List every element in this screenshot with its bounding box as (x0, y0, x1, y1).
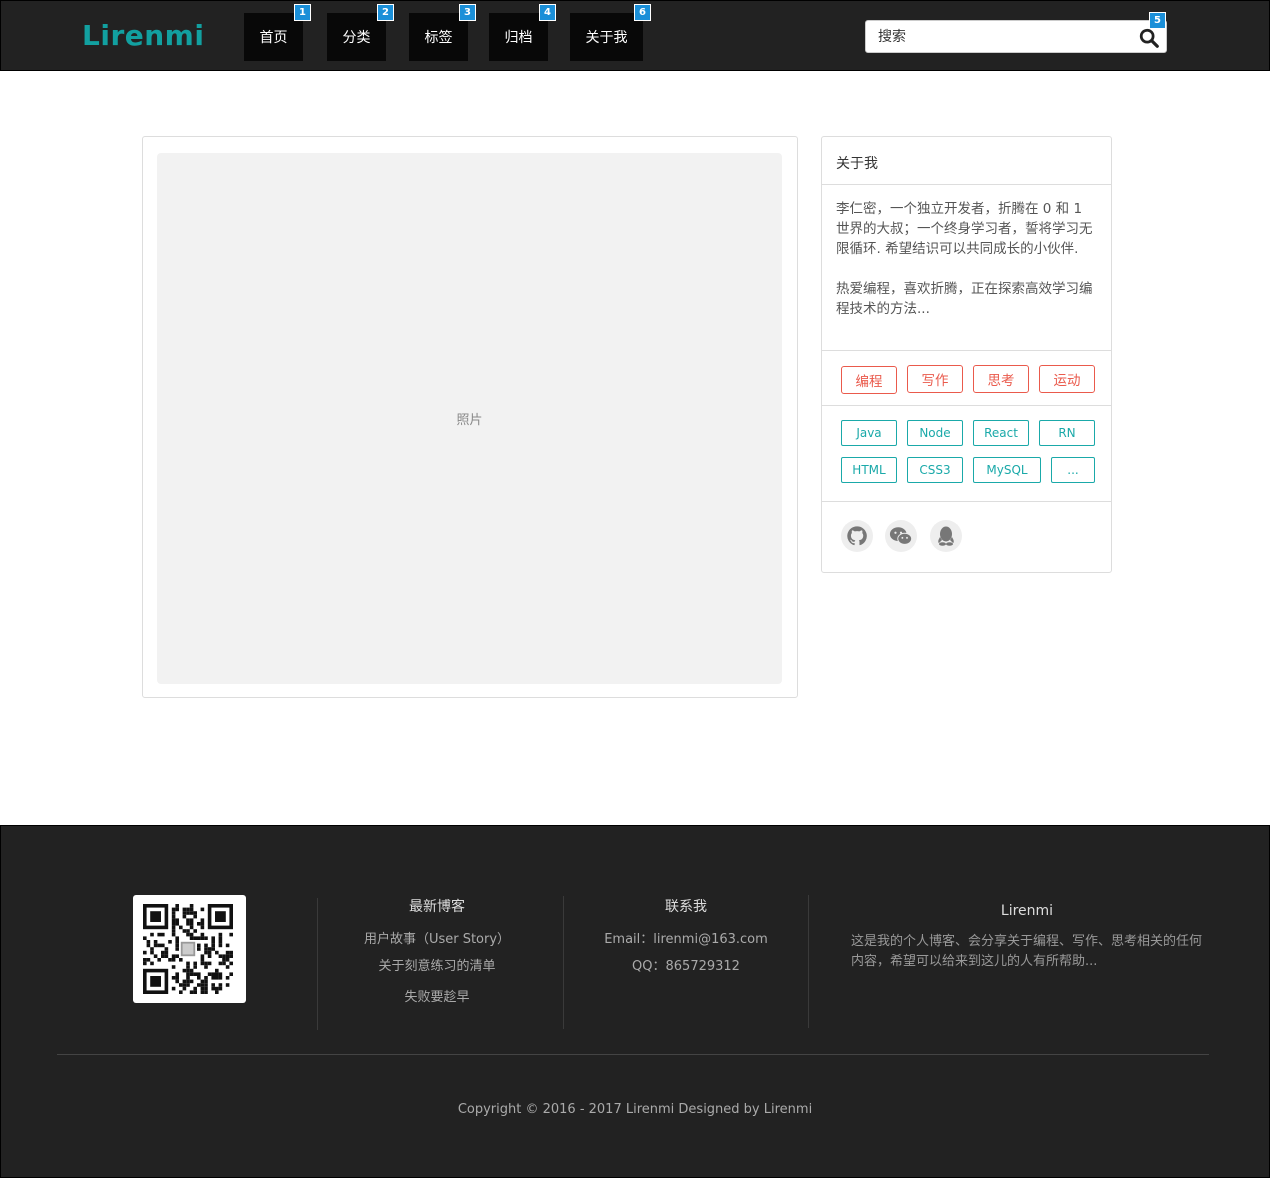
photo-placeholder: 照片 (157, 153, 782, 684)
search-box (865, 20, 1167, 53)
divider (822, 350, 1111, 351)
contact-qq: QQ：865729312 (632, 959, 740, 974)
interest-tag[interactable]: 写作 (907, 365, 963, 393)
about-me-title: 关于我 (822, 137, 1111, 185)
footer: 最新博客 用户故事（User Story） 关于刻意练习的清单 失败要趁早 联系… (0, 825, 1270, 1178)
nav-about[interactable]: 关于我 (570, 13, 643, 61)
about-me-paragraph-2: 热爱编程，喜欢折腾，正在探索高效学习编程技术的方法... (836, 281, 1093, 317)
wechat-icon[interactable] (885, 520, 917, 552)
about-me-paragraph-1: 李仁密，一个独立开发者，折腾在 0 和 1 世界的大叔；一个终身学习者，誓将学习… (836, 201, 1093, 257)
skill-tag[interactable]: RN (1039, 420, 1095, 446)
nav-badge-4: 4 (539, 4, 556, 21)
search-input[interactable] (878, 27, 1128, 47)
skill-tag[interactable]: MySQL (973, 457, 1041, 483)
copyright: Copyright © 2016 - 2017 Lirenmi Designed… (457, 1102, 813, 1117)
contact-title: 联系我 (665, 899, 707, 915)
nav-badge-6: 6 (634, 4, 651, 21)
about-me-description: 李仁密，一个独立开发者，折腾在 0 和 1 世界的大叔；一个终身学习者，誓将学习… (836, 199, 1098, 319)
github-icon[interactable] (841, 520, 873, 552)
footer-brand-title: Lirenmi (1000, 903, 1054, 919)
nav-about-label: 关于我 (585, 30, 628, 46)
footer-brand-description: 这是我的个人博客、会分享关于编程、写作、思考相关的任何内容，希望可以给来到这儿的… (851, 934, 1203, 969)
site-logo[interactable]: Lirenmi (82, 19, 204, 52)
latest-blogs-title: 最新博客 (409, 899, 465, 915)
search-badge-5: 5 (1149, 12, 1166, 29)
footer-divider (317, 898, 318, 1030)
search-icon[interactable] (1138, 27, 1160, 49)
nav-badge-1: 1 (294, 4, 311, 21)
latest-blog-link[interactable]: 关于刻意练习的清单 (337, 955, 537, 974)
nav-archive-label: 归档 (504, 30, 533, 46)
divider (822, 405, 1111, 406)
nav-badge-2: 2 (377, 4, 394, 21)
skill-tag[interactable]: Java (841, 420, 897, 446)
skill-tag[interactable]: React (973, 420, 1029, 446)
footer-separator (57, 1054, 1209, 1055)
skill-tag[interactable]: CSS3 (907, 457, 963, 483)
latest-blog-link[interactable]: 失败要趁早 (337, 986, 537, 1005)
divider (822, 501, 1111, 502)
footer-divider (808, 895, 809, 1028)
interest-tag[interactable]: 思考 (973, 365, 1029, 393)
skill-tag[interactable]: HTML (841, 457, 897, 483)
photo-card: 照片 (142, 136, 798, 698)
nav-home-label: 首页 (259, 30, 288, 46)
top-navbar: Lirenmi 首页 1 分类 2 标签 3 归档 4 关于我 6 5 (0, 0, 1270, 71)
contact-email: Email：lirenmi@163.com (604, 932, 768, 947)
footer-divider (563, 896, 564, 1029)
interest-tag[interactable]: 编程 (841, 366, 897, 394)
qq-icon[interactable] (930, 520, 962, 552)
photo-label: 照片 (456, 413, 483, 428)
nav-badge-3: 3 (459, 4, 476, 21)
skill-tag-more[interactable]: ... (1051, 457, 1095, 483)
skill-tag[interactable]: Node (907, 420, 963, 446)
interest-tag[interactable]: 运动 (1039, 365, 1095, 393)
wechat-qr-code (133, 895, 246, 1003)
nav-categories-label: 分类 (342, 30, 371, 46)
nav-tags-label: 标签 (424, 30, 453, 46)
latest-blog-link[interactable]: 用户故事（User Story） (337, 928, 537, 947)
about-me-card: 关于我 李仁密，一个独立开发者，折腾在 0 和 1 世界的大叔；一个终身学习者，… (821, 136, 1112, 573)
